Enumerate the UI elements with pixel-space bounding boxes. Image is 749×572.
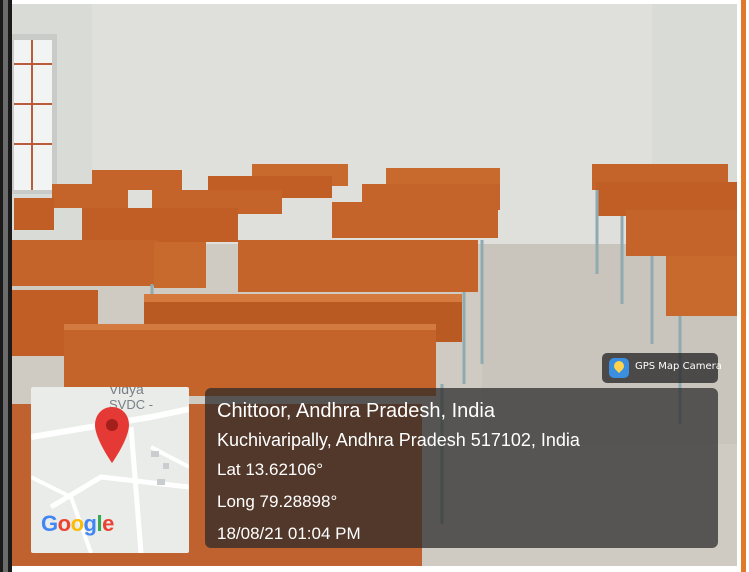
right-frame-border <box>737 0 749 572</box>
latitude-value: Lat 13.62106° <box>217 460 324 479</box>
map-pin-icon <box>95 407 129 463</box>
location-title: Chittoor, Andhra Pradesh, India <box>217 400 495 422</box>
longitude-value: Long 79.28898° <box>217 492 338 511</box>
location-mini-map: Vidya SVDC - Google <box>31 387 189 553</box>
gps-info-panel: Chittoor, Andhra Pradesh, India Kuchivar… <box>205 388 718 548</box>
left-frame-border <box>0 0 12 572</box>
location-address: Kuchivaripally, Andhra Pradesh 517102, I… <box>217 430 580 450</box>
map-place-label: Vidya <box>109 387 144 397</box>
badge-label: GPS Map Camera <box>635 361 722 372</box>
timestamp: 18/08/21 01:04 PM <box>217 524 361 543</box>
gps-map-camera-icon <box>609 358 629 378</box>
google-logo: Google <box>41 511 114 536</box>
gps-map-camera-badge: GPS Map Camera <box>602 353 722 383</box>
